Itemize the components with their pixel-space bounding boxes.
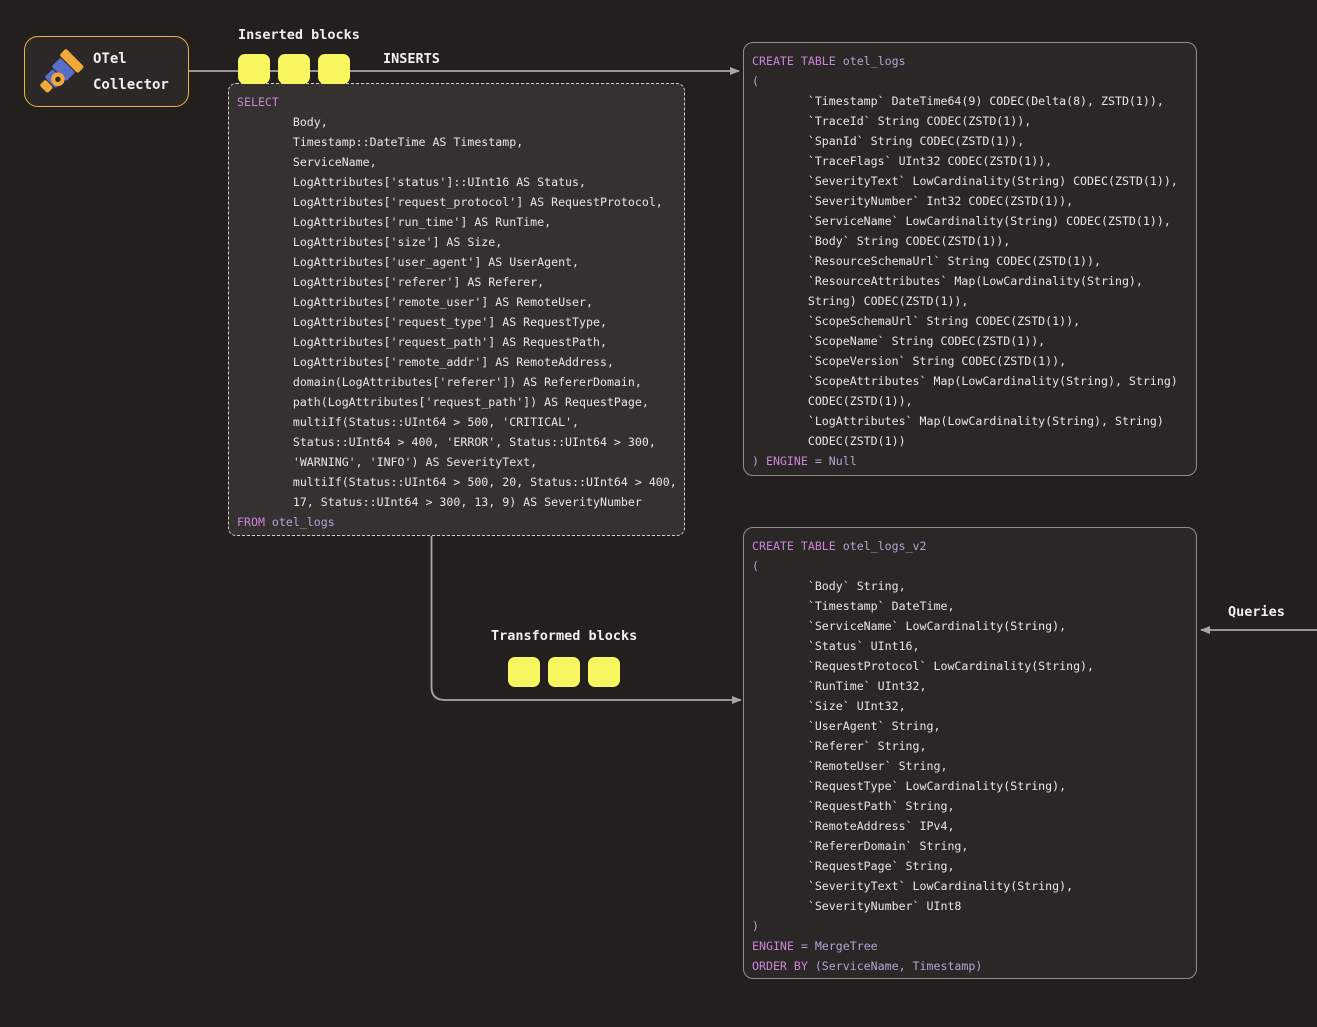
code-line: FROM otel_logs — [237, 512, 684, 532]
inserted-data-block — [238, 54, 270, 84]
code-line: `SeverityText` LowCardinality(String) CO… — [752, 171, 1196, 191]
code-line: `TraceFlags` UInt32 CODEC(ZSTD(1)), — [752, 151, 1196, 171]
code-line: `Body` String CODEC(ZSTD(1)), — [752, 231, 1196, 251]
code-line: LogAttributes['remote_user'] AS RemoteUs… — [237, 292, 684, 312]
code-line: CREATE TABLE otel_logs_v2 — [752, 536, 1196, 556]
code-line: ORDER BY (ServiceName, Timestamp) — [752, 956, 1196, 976]
code-line: multiIf(Status::UInt64 > 500, 'CRITICAL'… — [237, 412, 684, 432]
transformed-data-block — [588, 657, 620, 687]
code-line: `SpanId` String CODEC(ZSTD(1)), — [752, 131, 1196, 151]
inserted-blocks-label: Inserted blocks — [238, 27, 360, 43]
otel-collector-title-line2: Collector — [93, 72, 169, 98]
code-line: LogAttributes['request_type'] AS Request… — [237, 312, 684, 332]
otel-collector-title: OTel Collector — [93, 46, 169, 98]
code-line: `Timestamp` DateTime, — [752, 596, 1196, 616]
code-line: ENGINE = MergeTree — [752, 936, 1196, 956]
code-line: CODEC(ZSTD(1)), — [752, 391, 1196, 411]
code-line: `RemoteUser` String, — [752, 756, 1196, 776]
diagram-canvas: OTel Collector Inserted blocks INSERTS S… — [0, 0, 1317, 1027]
telescope-icon — [35, 47, 85, 97]
queries-label: Queries — [1228, 604, 1285, 620]
code-line: `RunTime` UInt32, — [752, 676, 1196, 696]
otel-logs-ddl-code: CREATE TABLE otel_logs( `Timestamp` Date… — [744, 43, 1196, 471]
code-line: ) — [752, 916, 1196, 936]
code-line: `ScopeSchemaUrl` String CODEC(ZSTD(1)), — [752, 311, 1196, 331]
code-line: Body, — [237, 112, 684, 132]
code-line: CREATE TABLE otel_logs — [752, 51, 1196, 71]
otel-collector-title-line1: OTel — [93, 46, 169, 72]
transformed-data-block — [508, 657, 540, 687]
code-line: `ScopeAttributes` Map(LowCardinality(Str… — [752, 371, 1196, 391]
code-line: ) ENGINE = Null — [752, 451, 1196, 471]
select-query-code: SELECT Body, Timestamp::DateTime AS Time… — [229, 84, 684, 532]
code-line: `Referer` String, — [752, 736, 1196, 756]
code-line: LogAttributes['remote_addr'] AS RemoteAd… — [237, 352, 684, 372]
transformed-data-block — [548, 657, 580, 687]
code-line: Status::UInt64 > 400, 'ERROR', Status::U… — [237, 432, 684, 452]
code-line: LogAttributes['status']::UInt16 AS Statu… — [237, 172, 684, 192]
code-line: `ScopeName` String CODEC(ZSTD(1)), — [752, 331, 1196, 351]
code-line: `RemoteAddress` IPv4, — [752, 816, 1196, 836]
code-line: `SeverityNumber` UInt8 — [752, 896, 1196, 916]
otel-logs-v2-ddl-code: CREATE TABLE otel_logs_v2( `Body` String… — [744, 528, 1196, 976]
code-line: Timestamp::DateTime AS Timestamp, — [237, 132, 684, 152]
code-line: `RequestPath` String, — [752, 796, 1196, 816]
code-line: `ServiceName` LowCardinality(String), — [752, 616, 1196, 636]
code-line: `SeverityText` LowCardinality(String), — [752, 876, 1196, 896]
otel-collector-node: OTel Collector — [24, 36, 189, 107]
select-transform-block: SELECT Body, Timestamp::DateTime AS Time… — [228, 83, 685, 536]
code-line: path(LogAttributes['request_path']) AS R… — [237, 392, 684, 412]
code-line: ( — [752, 556, 1196, 576]
code-line: String) CODEC(ZSTD(1)), — [752, 291, 1196, 311]
code-line: `ResourceSchemaUrl` String CODEC(ZSTD(1)… — [752, 251, 1196, 271]
code-line: `ScopeVersion` String CODEC(ZSTD(1)), — [752, 351, 1196, 371]
code-line: LogAttributes['run_time'] AS RunTime, — [237, 212, 684, 232]
code-line: `RequestType` LowCardinality(String), — [752, 776, 1196, 796]
otel-logs-v2-table-block: CREATE TABLE otel_logs_v2( `Body` String… — [743, 527, 1197, 979]
code-line: `Size` UInt32, — [752, 696, 1196, 716]
code-line: multiIf(Status::UInt64 > 500, 20, Status… — [237, 472, 684, 492]
code-line: ( — [752, 71, 1196, 91]
code-line: LogAttributes['request_protocol'] AS Req… — [237, 192, 684, 212]
transformed-blocks-label: Transformed blocks — [491, 628, 637, 644]
inserted-blocks-group — [238, 54, 350, 84]
code-line: 'WARNING', 'INFO') AS SeverityText, — [237, 452, 684, 472]
code-line: CODEC(ZSTD(1)) — [752, 431, 1196, 451]
code-line: ServiceName, — [237, 152, 684, 172]
code-line: `Timestamp` DateTime64(9) CODEC(Delta(8)… — [752, 91, 1196, 111]
code-line: SELECT — [237, 92, 684, 112]
code-line: `RefererDomain` String, — [752, 836, 1196, 856]
inserted-data-block — [318, 54, 350, 84]
otel-logs-table-block: CREATE TABLE otel_logs( `Timestamp` Date… — [743, 42, 1197, 476]
code-line: `Status` UInt16, — [752, 636, 1196, 656]
transformed-blocks-group — [508, 657, 620, 687]
code-line: LogAttributes['user_agent'] AS UserAgent… — [237, 252, 684, 272]
code-line: domain(LogAttributes['referer']) AS Refe… — [237, 372, 684, 392]
code-line: LogAttributes['size'] AS Size, — [237, 232, 684, 252]
inserted-data-block — [278, 54, 310, 84]
code-line: `TraceId` String CODEC(ZSTD(1)), — [752, 111, 1196, 131]
code-line: `SeverityNumber` Int32 CODEC(ZSTD(1)), — [752, 191, 1196, 211]
code-line: `RequestPage` String, — [752, 856, 1196, 876]
code-line: `ServiceName` LowCardinality(String) COD… — [752, 211, 1196, 231]
code-line: 17, Status::UInt64 > 300, 13, 9) AS Seve… — [237, 492, 684, 512]
inserts-label: INSERTS — [383, 51, 440, 67]
code-line: `RequestProtocol` LowCardinality(String)… — [752, 656, 1196, 676]
code-line: `ResourceAttributes` Map(LowCardinality(… — [752, 271, 1196, 291]
code-line: `LogAttributes` Map(LowCardinality(Strin… — [752, 411, 1196, 431]
code-line: LogAttributes['request_path'] AS Request… — [237, 332, 684, 352]
code-line: LogAttributes['referer'] AS Referer, — [237, 272, 684, 292]
code-line: `Body` String, — [752, 576, 1196, 596]
code-line: `UserAgent` String, — [752, 716, 1196, 736]
